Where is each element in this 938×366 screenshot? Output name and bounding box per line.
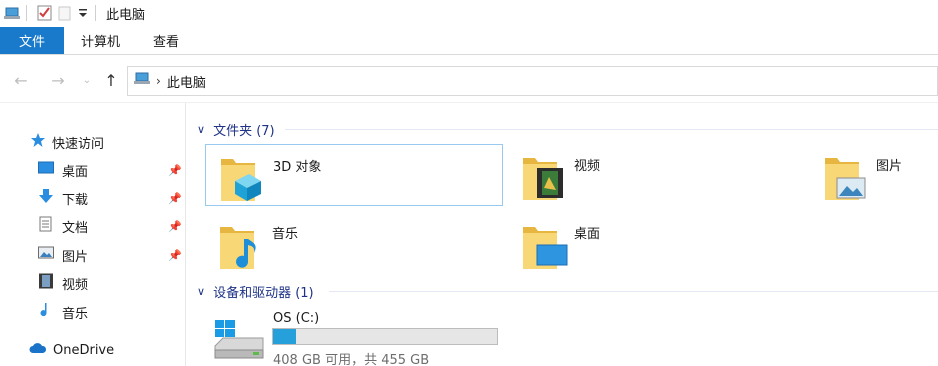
group-divider [329, 291, 938, 292]
back-button[interactable]: ← [10, 69, 32, 91]
cloud-icon [29, 342, 47, 358]
sidebar-item-label: 桌面 [62, 164, 89, 180]
quick-access-toolbar [0, 0, 102, 26]
chevron-down-icon: ∨ [197, 285, 206, 298]
title-bar: 此电脑 [0, 0, 938, 26]
sidebar-item-label: 图片 [62, 249, 89, 265]
folder-music-icon [218, 219, 262, 275]
ribbon-tabs: 文件 计算机 查看 [0, 27, 938, 55]
picture-icon [38, 246, 54, 264]
music-note-icon [38, 302, 54, 322]
tab-computer[interactable]: 计算机 [64, 27, 137, 54]
sidebar-item-music[interactable]: 音乐 [38, 300, 88, 324]
computer-icon[interactable] [4, 5, 20, 21]
folder-tile-desktop[interactable]: 桌面 [518, 213, 816, 275]
document-icon [38, 216, 54, 236]
pin-icon[interactable]: 📌 [168, 220, 182, 233]
chevron-down-icon: ∨ [197, 123, 206, 136]
folder-label: 3D 对象 [273, 160, 322, 175]
pin-icon[interactable]: 📌 [168, 192, 182, 205]
folder-desktop-icon [521, 219, 569, 275]
computer-icon [134, 72, 152, 90]
tab-file[interactable]: 文件 [0, 27, 64, 54]
sidebar-item-label: 视频 [62, 277, 89, 293]
file-view: ∨ 文件夹 (7) 3D 对象 视频 图片 音乐 桌面 ∨ 设备和驱动器 (1)… [187, 103, 938, 366]
sidebar-item-label: 文档 [62, 220, 89, 236]
folder-3d-objects-icon [219, 151, 263, 207]
group-header-label: 文件夹 (7) [213, 124, 275, 139]
navigation-pane: 快速访问 桌面 📌 下载 📌 文档 📌 图片 📌 视频 音乐 OneDrive [0, 103, 186, 366]
pin-icon[interactable]: 📌 [168, 249, 182, 262]
sidebar-item-label: 音乐 [62, 306, 89, 322]
tab-view[interactable]: 查看 [137, 27, 195, 54]
separator [95, 5, 96, 21]
sidebar-item-quick-access[interactable]: 快速访问 [30, 130, 104, 154]
folder-videos-icon [521, 150, 565, 206]
group-divider [285, 129, 938, 130]
folder-tile-videos[interactable]: 视频 [518, 144, 816, 206]
sidebar-item-downloads[interactable]: 下载 [38, 186, 88, 210]
window-title: 此电脑 [106, 7, 146, 23]
group-header-folders[interactable]: ∨ 文件夹 (7) [197, 120, 275, 139]
folder-tile-3d-objects[interactable]: 3D 对象 [205, 144, 503, 206]
folder-tile-music[interactable]: 音乐 [205, 213, 503, 275]
drive-usage-bar [272, 328, 498, 345]
breadcrumb-chevron-icon[interactable]: › [156, 74, 161, 88]
folder-label: 视频 [574, 159, 601, 174]
sidebar-item-onedrive[interactable]: OneDrive [29, 338, 114, 362]
up-button[interactable]: ↑ [100, 69, 122, 91]
properties-icon[interactable] [37, 5, 53, 21]
new-folder-icon[interactable] [57, 5, 73, 21]
sidebar-item-label: 快速访问 [52, 136, 105, 152]
drive-usage-fill [273, 329, 297, 344]
breadcrumb-item[interactable]: 此电脑 [167, 72, 206, 91]
folder-tile-pictures[interactable]: 图片 [820, 144, 938, 206]
group-header-label: 设备和驱动器 (1) [213, 286, 314, 301]
sidebar-item-videos[interactable]: 视频 [38, 271, 88, 295]
address-bar[interactable]: › 此电脑 [127, 66, 938, 96]
sidebar-item-label: 下载 [62, 192, 89, 208]
folder-pictures-icon [823, 150, 867, 206]
desktop-icon [38, 161, 54, 179]
download-icon [38, 188, 54, 208]
group-header-devices[interactable]: ∨ 设备和驱动器 (1) [197, 282, 314, 301]
windows-drive-icon [213, 320, 265, 364]
forward-button[interactable]: → [47, 69, 69, 91]
sidebar-item-label: OneDrive [53, 342, 115, 358]
folder-label: 图片 [876, 159, 903, 174]
separator [26, 5, 27, 21]
film-icon [38, 273, 54, 293]
folder-label: 音乐 [272, 227, 299, 242]
recent-locations-dropdown[interactable]: ⌄ [76, 69, 98, 91]
drive-space-status: 408 GB 可用，共 455 GB [273, 353, 430, 366]
sidebar-item-pictures[interactable]: 图片 [38, 243, 88, 267]
folder-label: 桌面 [574, 227, 601, 242]
star-icon [30, 132, 46, 152]
drive-name: OS (C:) [273, 311, 320, 326]
navigation-bar: ← → ⌄ ↑ › 此电脑 [0, 57, 938, 103]
customize-dropdown-icon[interactable] [77, 5, 89, 21]
pin-icon[interactable]: 📌 [168, 164, 182, 177]
sidebar-item-desktop[interactable]: 桌面 [38, 158, 88, 182]
sidebar-item-documents[interactable]: 文档 [38, 214, 88, 238]
